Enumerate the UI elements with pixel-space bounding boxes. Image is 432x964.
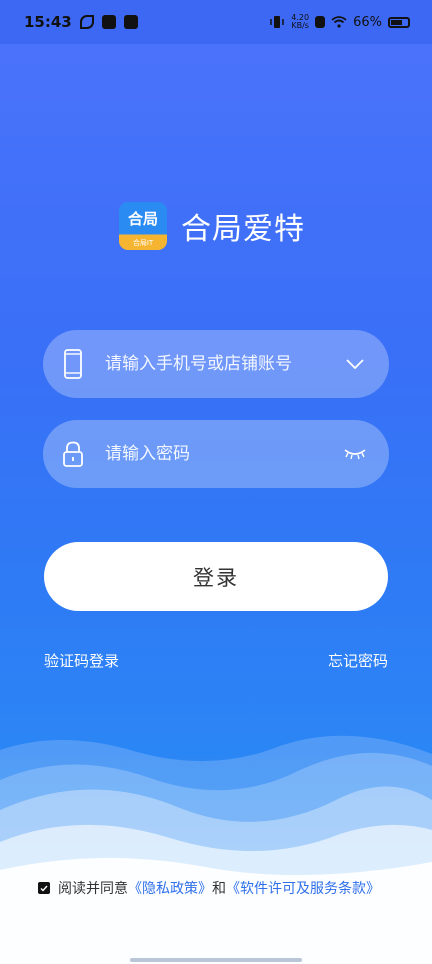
- account-field[interactable]: [43, 330, 389, 398]
- agreement-checkbox[interactable]: [38, 882, 50, 894]
- login-button[interactable]: 登录: [44, 542, 388, 611]
- status-right: 4.20 KB/s 66%: [269, 14, 410, 30]
- privacy-policy-link[interactable]: 《隐私政策》: [128, 878, 212, 898]
- agreement: 阅读并同意 《隐私政策》 和 《软件许可及服务条款》: [38, 878, 380, 898]
- app-logo: 合局 合局IT: [119, 202, 167, 250]
- status-time: 15:43: [24, 13, 72, 31]
- wifi-icon: [331, 16, 347, 28]
- password-field[interactable]: [43, 420, 389, 488]
- net-speed-unit: KB/s: [291, 21, 309, 30]
- status-left: 15:43: [24, 13, 138, 31]
- background-waves: [0, 735, 432, 964]
- mail-icon: [123, 15, 138, 29]
- logo-subtext: 合局IT: [132, 239, 154, 247]
- phone-icon: [63, 349, 83, 379]
- net-speed: 4.20 KB/s: [291, 14, 309, 30]
- agreement-prefix: 阅读并同意: [58, 881, 128, 897]
- account-input[interactable]: [105, 330, 335, 398]
- logo-text: 合局: [127, 210, 158, 228]
- home-indicator[interactable]: [130, 958, 302, 962]
- sms-login-link[interactable]: 验证码登录: [44, 650, 119, 671]
- leaf-icon: [79, 15, 94, 29]
- tiktok-icon: [101, 15, 116, 29]
- battery-icon: [388, 16, 410, 28]
- password-input[interactable]: [105, 420, 335, 488]
- forgot-password-link[interactable]: 忘记密码: [328, 650, 388, 671]
- chevron-down-icon[interactable]: [335, 344, 375, 384]
- eye-closed-icon[interactable]: [335, 434, 375, 474]
- license-terms-link[interactable]: 《软件许可及服务条款》: [226, 878, 380, 898]
- vibrate-icon: [270, 16, 285, 28]
- lock-icon: [63, 439, 83, 469]
- status-bar: 15:43 4.20 KB/s 66%: [0, 0, 432, 44]
- no-sim-icon: [315, 16, 326, 28]
- agreement-and: 和: [212, 881, 226, 897]
- battery-percent: 66%: [353, 14, 382, 30]
- app-name: 合局爱特: [181, 212, 305, 247]
- brand: 合局 合局IT 合局爱特: [119, 202, 305, 250]
